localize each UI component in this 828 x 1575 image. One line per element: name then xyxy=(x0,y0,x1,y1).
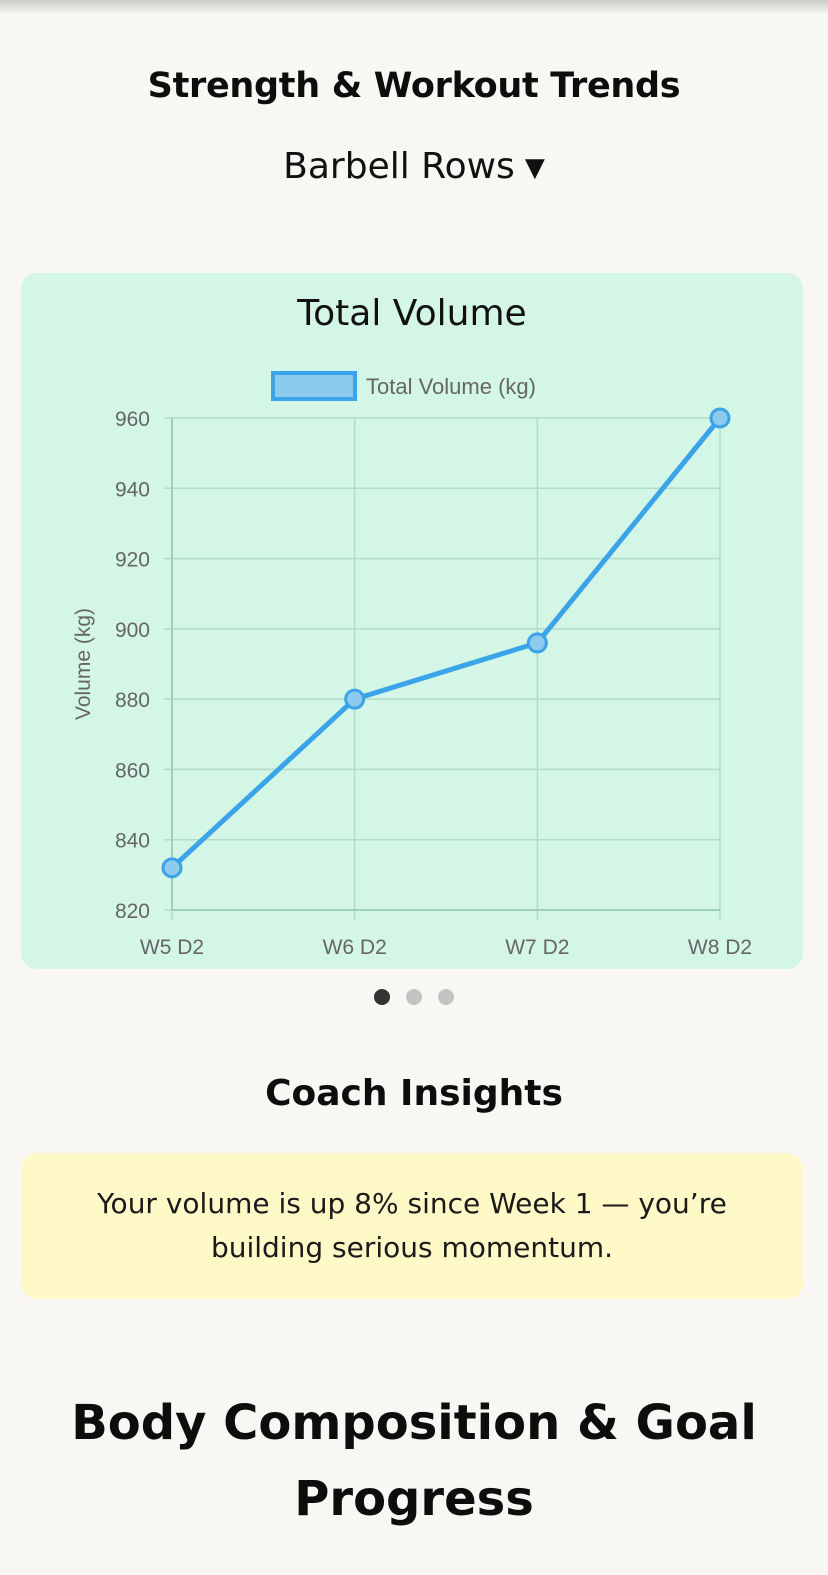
body-composition-title: Body Composition & Goal Progress xyxy=(71,1395,757,1527)
legend-label: Total Volume (kg) xyxy=(366,374,536,399)
coach-insight-text: Your volume is up 8% since Week 1 — you’… xyxy=(97,1187,727,1264)
y-tick-label: 960 xyxy=(115,408,150,431)
strength-trends-title: Strength & Workout Trends xyxy=(147,66,681,106)
carousel-dots xyxy=(0,989,828,1005)
data-point xyxy=(161,857,183,879)
x-tick-label: W7 D2 xyxy=(505,936,569,959)
coach-insight-card: Your volume is up 8% since Week 1 — you’… xyxy=(21,1153,803,1299)
data-point xyxy=(709,407,731,429)
y-tick-label: 860 xyxy=(115,759,150,782)
exercise-dropdown-label: Barbell Rows xyxy=(283,146,515,187)
y-tick-label: 900 xyxy=(115,619,150,642)
y-axis-label: Volume (kg) xyxy=(72,608,95,720)
y-tick-label: 820 xyxy=(115,900,150,923)
series-line xyxy=(170,416,722,870)
header-shadow xyxy=(0,0,828,14)
x-tick-label: W6 D2 xyxy=(323,936,387,959)
x-tick-label: W5 D2 xyxy=(140,936,204,959)
y-tick-label: 940 xyxy=(115,478,150,501)
caret-down-icon: ▼ xyxy=(524,153,545,183)
data-point xyxy=(344,688,366,710)
y-tick-label: 920 xyxy=(115,549,150,572)
legend-swatch xyxy=(271,371,357,401)
volume-chart-card[interactable]: Total Volume 960 940 920 900 880 860 840 820 W5 … xyxy=(21,273,803,969)
volume-line-chart: 960 940 920 900 880 860 840 820 W5 D2 W6 D2 W7 D2 W… xyxy=(72,371,752,959)
carousel-dot-2[interactable] xyxy=(406,989,422,1005)
y-tick-label: 840 xyxy=(115,830,150,853)
y-tick-label: 880 xyxy=(115,689,150,712)
carousel-dot-3[interactable] xyxy=(438,989,454,1005)
x-tick-label: W8 D2 xyxy=(688,936,752,959)
carousel-dot-1[interactable] xyxy=(374,989,390,1005)
coach-insights-title: Coach Insights xyxy=(265,1073,563,1114)
exercise-dropdown[interactable]: Barbell Rows ▼ xyxy=(0,146,828,187)
data-point xyxy=(526,632,548,654)
